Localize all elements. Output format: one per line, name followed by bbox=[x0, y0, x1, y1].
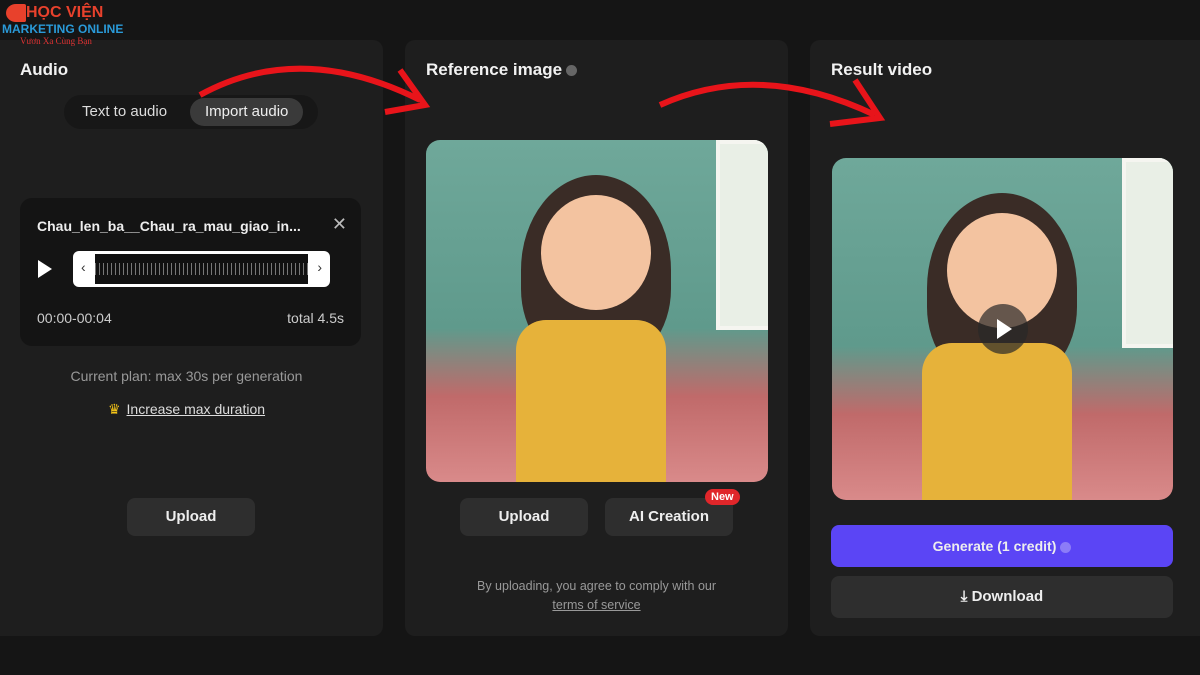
watermark-logo: HỌC VIỆN MARKETING ONLINE Vươn Xa Cùng B… bbox=[2, 4, 123, 46]
annotation-arrows bbox=[198, 65, 886, 127]
arrow-2 bbox=[658, 81, 877, 118]
logo-play-icon bbox=[6, 4, 26, 22]
logo-line1: HỌC VIỆN bbox=[26, 4, 104, 21]
logo-line2: MARKETING ONLINE bbox=[2, 22, 124, 36]
logo-line3: Vươn Xa Cùng Bạn bbox=[20, 36, 92, 46]
arrow-1 bbox=[198, 65, 422, 103]
